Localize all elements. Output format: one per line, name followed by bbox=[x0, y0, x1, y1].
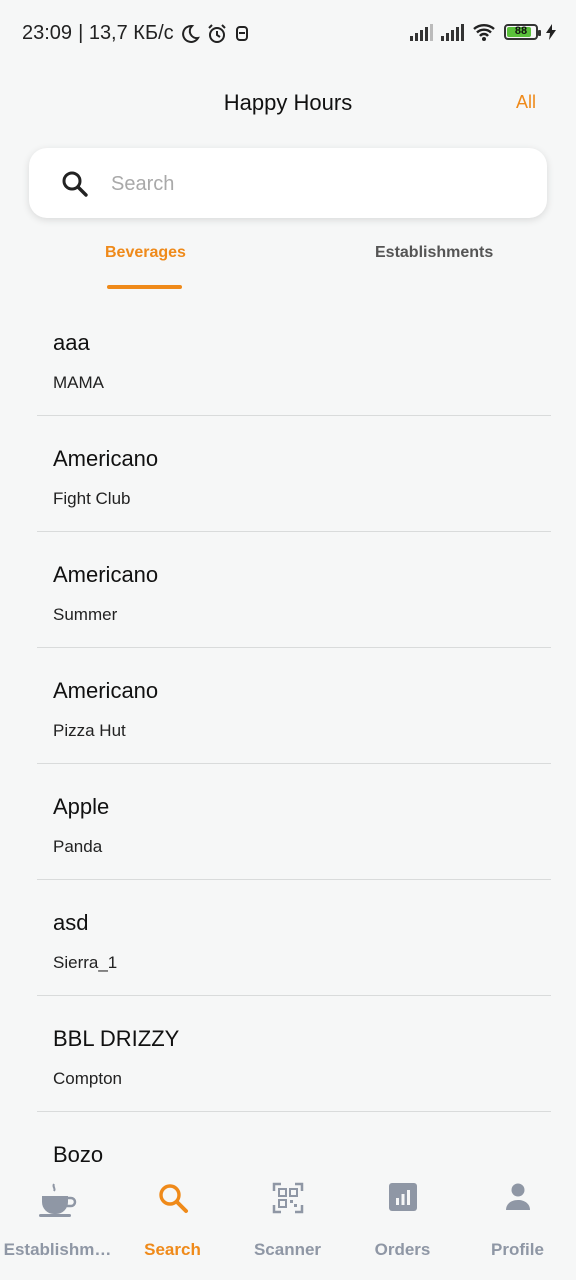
item-subtitle: Summer bbox=[53, 605, 118, 624]
status-time: 23:09 bbox=[22, 22, 73, 44]
nav-label: Establishm… bbox=[3, 1240, 112, 1259]
list-item[interactable]: BBL DRIZZY Compton bbox=[37, 996, 551, 1112]
item-title: Americano bbox=[53, 678, 159, 703]
list-item[interactable]: Americano Fight Club bbox=[37, 416, 551, 532]
tab-indicator bbox=[107, 285, 182, 289]
page-title: Happy Hours bbox=[223, 90, 353, 115]
bar-chart-icon bbox=[388, 1183, 417, 1211]
nav-label: Orders bbox=[374, 1240, 431, 1259]
nav-item-establishments[interactable]: Establishm… bbox=[0, 1170, 115, 1280]
status-network-speed: | 13,7 КБ/с bbox=[78, 22, 174, 44]
nav-label: Scanner bbox=[253, 1240, 322, 1259]
item-subtitle: Fight Club bbox=[53, 489, 131, 508]
list-item[interactable]: Bozo bbox=[37, 1112, 551, 1170]
tab-establishments[interactable]: Establishments bbox=[375, 244, 493, 262]
item-title: aaa bbox=[53, 330, 90, 355]
item-title: Americano bbox=[53, 446, 159, 471]
item-subtitle: Panda bbox=[53, 837, 103, 856]
nav-item-search[interactable]: Search bbox=[115, 1170, 230, 1280]
search-box[interactable] bbox=[29, 148, 547, 218]
list-item[interactable]: Americano Pizza Hut bbox=[37, 648, 551, 764]
status-left: 23:09 | 13,7 КБ/с bbox=[22, 22, 250, 45]
nav-item-scanner[interactable]: Scanner bbox=[230, 1170, 345, 1280]
qr-code-icon bbox=[272, 1182, 303, 1214]
list-item[interactable]: asd Sierra_1 bbox=[37, 880, 551, 996]
nav-item-profile[interactable]: Profile bbox=[460, 1170, 575, 1280]
moon-icon bbox=[181, 24, 200, 43]
signal-icon bbox=[441, 23, 464, 41]
item-subtitle: Sierra_1 bbox=[53, 953, 118, 972]
status-right: 88 bbox=[410, 22, 556, 42]
person-icon bbox=[505, 1183, 530, 1210]
battery-icon: 88 bbox=[504, 24, 541, 40]
all-button[interactable]: All bbox=[516, 92, 536, 113]
nav-label: Search bbox=[144, 1240, 201, 1259]
tab-beverages[interactable]: Beverages bbox=[105, 244, 186, 262]
search-icon bbox=[62, 171, 88, 197]
item-subtitle: Pizza Hut bbox=[53, 721, 126, 740]
list-item[interactable]: Americano Summer bbox=[37, 532, 551, 648]
item-title: Apple bbox=[53, 794, 110, 819]
list-item[interactable]: Apple Panda bbox=[37, 764, 551, 880]
item-subtitle: Compton bbox=[53, 1069, 122, 1088]
charging-icon bbox=[546, 24, 556, 40]
status-bar: 23:09 | 13,7 КБ/с 88 bbox=[0, 0, 576, 70]
search-icon bbox=[158, 1184, 188, 1213]
wifi-icon bbox=[473, 24, 495, 41]
item-title: Americano bbox=[53, 562, 159, 587]
beverage-list[interactable]: aaa MAMA Americano Fight Club Americano … bbox=[37, 300, 551, 1170]
nav-item-orders[interactable]: Orders bbox=[345, 1170, 460, 1280]
notification-icon bbox=[235, 25, 248, 41]
nav-label: Profile bbox=[491, 1240, 544, 1259]
coffee-cup-icon bbox=[38, 1183, 76, 1217]
bottom-nav: Establishm… Search Scanner Orders Profil… bbox=[0, 1170, 576, 1280]
list-item[interactable]: aaa MAMA bbox=[37, 300, 551, 416]
item-title: Bozo bbox=[53, 1142, 104, 1167]
alarm-icon bbox=[207, 23, 226, 43]
signal-icon bbox=[410, 23, 433, 41]
item-subtitle: MAMA bbox=[53, 373, 104, 392]
item-title: asd bbox=[53, 910, 89, 935]
search-input[interactable] bbox=[109, 166, 513, 202]
item-title: BBL DRIZZY bbox=[53, 1026, 180, 1051]
